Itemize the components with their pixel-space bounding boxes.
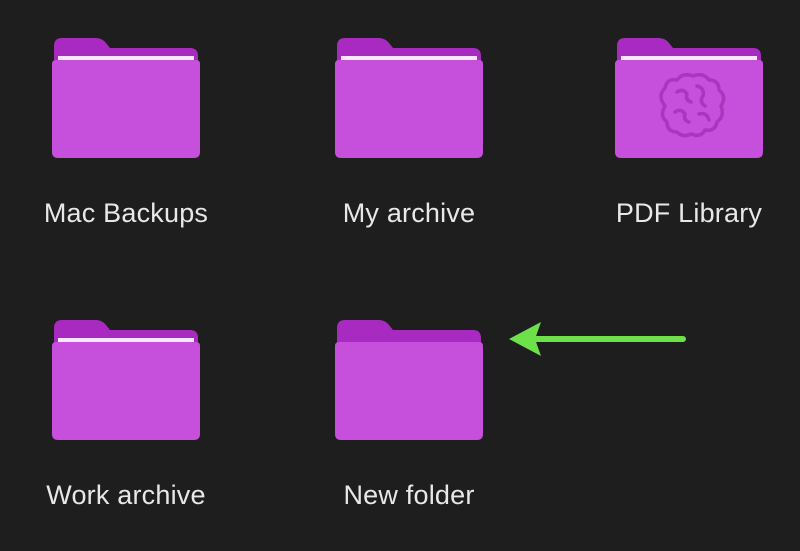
folder-label: New folder (343, 480, 475, 510)
folder-work-archive[interactable]: Work archive (1, 318, 251, 551)
folder-new-folder[interactable]: New folder (284, 318, 534, 551)
folder-label: PDF Library (615, 198, 763, 228)
folder-my-archive[interactable]: My archive (284, 36, 534, 286)
folder-label: Work archive (46, 480, 206, 510)
folder-icon (52, 38, 200, 158)
folder-icon (335, 320, 483, 440)
folder-pdf-library[interactable]: PDF Library (564, 36, 800, 286)
folder-label: My archive (342, 198, 476, 228)
folder-mac-backups[interactable]: Mac Backups (1, 36, 251, 286)
folder-label: Mac Backups (43, 198, 209, 228)
brain-folder-icon (615, 38, 763, 158)
folder-icon (52, 320, 200, 440)
folder-icon (335, 38, 483, 158)
folder-grid: Mac Backups My archive PDF Library Work … (0, 0, 800, 551)
arrow-left-icon (509, 322, 686, 356)
